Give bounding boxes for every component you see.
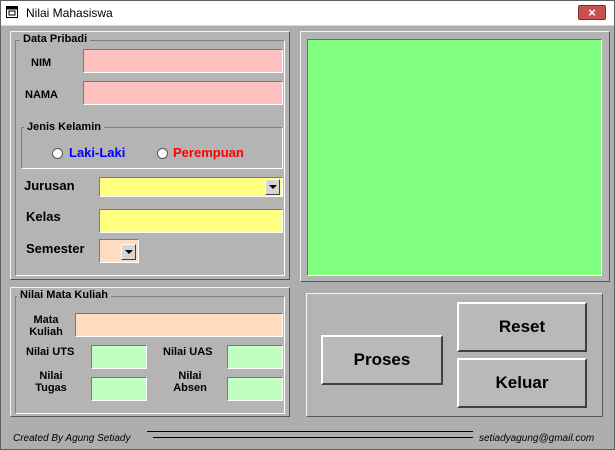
tugas-label-line1: Nilai xyxy=(39,370,63,382)
jurusan-label: Jurusan xyxy=(24,178,75,193)
nama-input[interactable] xyxy=(83,81,283,105)
matkul-label-line1: Mata xyxy=(33,314,59,326)
absen-label: Nilai Absen xyxy=(169,370,211,394)
absen-label-line2: Absen xyxy=(173,382,207,394)
uas-input[interactable] xyxy=(227,345,283,369)
nim-label: NIM xyxy=(31,57,52,69)
reset-button[interactable]: Reset xyxy=(457,302,587,352)
radio-laki-laki[interactable] xyxy=(52,148,63,159)
close-icon: × xyxy=(588,5,596,20)
jurusan-dropdown[interactable] xyxy=(99,177,283,197)
radio-perempuan[interactable] xyxy=(157,148,168,159)
laki-laki-label[interactable]: Laki-Laki xyxy=(69,145,125,160)
nama-label: NAMA xyxy=(25,89,58,101)
semester-dropdown-button[interactable] xyxy=(121,244,136,260)
data-pribadi-label: Data Pribadi xyxy=(20,33,91,45)
uas-label: Nilai UAS xyxy=(163,346,213,358)
jurusan-dropdown-button[interactable] xyxy=(265,179,280,195)
tugas-input[interactable] xyxy=(91,377,147,401)
keluar-button[interactable]: Keluar xyxy=(457,358,587,408)
jenis-kelamin-label: Jenis Kelamin xyxy=(24,121,104,133)
matkul-label-line2: Kuliah xyxy=(29,326,63,338)
uts-input[interactable] xyxy=(91,345,147,369)
footer-credit: Created By Agung Setiady xyxy=(13,433,131,444)
matkul-label: Mata Kuliah xyxy=(25,314,67,338)
close-button[interactable]: × xyxy=(578,5,606,20)
tugas-label-line2: Tugas xyxy=(35,382,67,394)
kelas-input[interactable] xyxy=(99,209,283,233)
nim-input[interactable] xyxy=(83,49,283,73)
uts-label: Nilai UTS xyxy=(26,346,75,358)
nilai-panel: Nilai Mata Kuliah Mata Kuliah Nilai UTS … xyxy=(10,287,290,417)
perempuan-label[interactable]: Perempuan xyxy=(173,145,244,160)
semester-label: Semester xyxy=(26,241,85,256)
kelas-label: Kelas xyxy=(26,209,61,224)
title-bar[interactable]: Nilai Mahasiswa × xyxy=(1,1,614,26)
absen-input[interactable] xyxy=(227,377,283,401)
footer-rule-bottom xyxy=(153,437,473,438)
tugas-label: Nilai Tugas xyxy=(29,370,73,394)
data-pribadi-panel: Data Pribadi NIM NAMA Jenis Kelamin Laki… xyxy=(10,31,290,280)
nilai-label: Nilai Mata Kuliah xyxy=(17,289,112,301)
footer-rule-top xyxy=(147,431,473,432)
matkul-input[interactable] xyxy=(75,313,283,337)
result-display xyxy=(307,39,602,276)
footer-email: setiadyagung@gmail.com xyxy=(479,433,595,444)
window-title: Nilai Mahasiswa xyxy=(26,6,113,20)
app-window-icon xyxy=(6,6,18,18)
proses-button[interactable]: Proses xyxy=(321,335,443,385)
main-window: Nilai Mahasiswa × Data Pribadi NIM NAMA … xyxy=(0,0,615,450)
absen-label-line1: Nilai xyxy=(178,370,202,382)
